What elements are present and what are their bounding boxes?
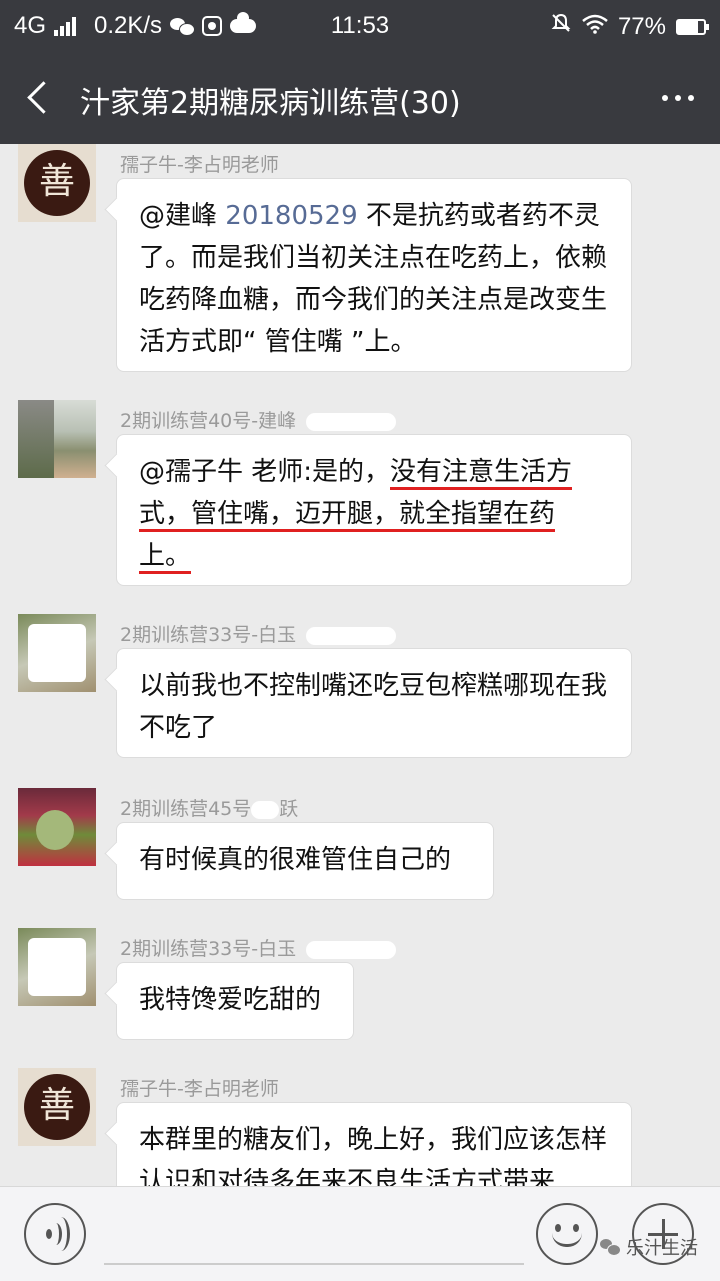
avatar[interactable]: 善 <box>18 144 96 222</box>
more-icon[interactable] <box>654 78 702 118</box>
message-bubble[interactable]: 本群里的糖友们，晚上好，我们应该怎样认识和对待多年来不良生活方式带来 <box>116 1102 632 1186</box>
avatar[interactable] <box>18 928 96 1006</box>
sender-name: 2期训练营33号-白玉 <box>120 934 397 961</box>
status-bar: 4G 0.2K/s 11:53 77% <box>0 0 720 52</box>
battery-percent: 77% <box>617 12 666 40</box>
avatar[interactable] <box>18 614 96 692</box>
sender-name: 2期训练营40号-建峰 <box>120 406 397 433</box>
redacted-blur <box>251 800 280 819</box>
sender-name-text: 2期训练营45号 <box>120 798 252 820</box>
message-bubble[interactable]: 有时候真的很难管住自己的 <box>116 822 494 900</box>
redacted-blur <box>306 412 397 431</box>
sender-name: 2期训练营33号-白玉 <box>120 620 397 647</box>
chat-title: 汁家第2期糖尿病训练营(30) <box>80 86 461 121</box>
message-text: 以前我也不控制嘴还吃豆包榨糕哪现在我不吃了 <box>139 671 608 743</box>
message-bubble[interactable]: 以前我也不控制嘴还吃豆包榨糕哪现在我不吃了 <box>116 648 632 758</box>
wechat-watermark-icon <box>600 1239 621 1256</box>
avatar-logo: 善 <box>24 150 90 216</box>
message-text: @孺子牛 老师:是的， <box>139 457 391 487</box>
underlined-text: 没有注意生活方 <box>390 457 573 490</box>
underlined-text: 上。 <box>139 541 192 574</box>
sender-name-text: 2期训练营33号-白玉 <box>120 938 297 960</box>
message-bubble[interactable]: @建峰 20180529 不是抗药或者药不灵了。而是我们当初关注点在吃药上，依赖… <box>116 178 632 372</box>
back-icon[interactable] <box>26 80 48 114</box>
mention-link[interactable]: @建峰 <box>139 201 217 231</box>
redacted-blur <box>306 940 397 959</box>
redacted-blur <box>306 626 397 645</box>
emoji-icon[interactable] <box>536 1203 598 1265</box>
watermark-text: 乐汁生活 <box>626 1238 698 1259</box>
underlined-text: 式，管住嘴，迈开腿，就全指望在药 <box>139 499 556 532</box>
sender-name-text: 跃 <box>279 798 299 820</box>
mention-id[interactable]: 20180529 <box>225 201 357 231</box>
message-text: 我特馋爱吃甜的 <box>139 985 322 1015</box>
message-input[interactable] <box>104 1217 524 1265</box>
chat-area[interactable]: 善 孺子牛-李占明老师 @建峰 20180529 不是抗药或者药不灵了。而是我们… <box>0 144 720 1186</box>
avatar[interactable]: 善 <box>18 1068 96 1146</box>
wifi-icon <box>582 13 608 41</box>
watermark: 乐汁生活 <box>600 1234 698 1260</box>
message-bubble[interactable]: 我特馋爱吃甜的 <box>116 962 354 1040</box>
sender-name-text: 2期训练营33号-白玉 <box>120 624 297 646</box>
mute-bell-icon <box>550 12 572 41</box>
sender-name-text: 2期训练营40号-建峰 <box>120 410 297 432</box>
avatar[interactable] <box>18 400 96 478</box>
message-text: 有时候真的很难管住自己的 <box>139 845 452 875</box>
sender-name: 孺子牛-李占明老师 <box>120 1078 279 1100</box>
sender-name: 孺子牛-李占明老师 <box>120 154 279 176</box>
sender-name: 2期训练营45号 跃 <box>120 794 298 821</box>
battery-icon <box>676 18 709 35</box>
message-bubble[interactable]: @孺子牛 老师:是的，没有注意生活方 式，管住嘴，迈开腿，就全指望在药 上。 <box>116 434 632 586</box>
title-bar: 汁家第2期糖尿病训练营(30) <box>0 52 720 144</box>
message-text: 本群里的糖友们，晚上好，我们应该怎样认识和对待多年来不良生活方式带来 <box>139 1125 608 1186</box>
avatar[interactable] <box>18 788 96 866</box>
avatar-logo: 善 <box>24 1074 90 1140</box>
voice-icon[interactable] <box>24 1203 86 1265</box>
